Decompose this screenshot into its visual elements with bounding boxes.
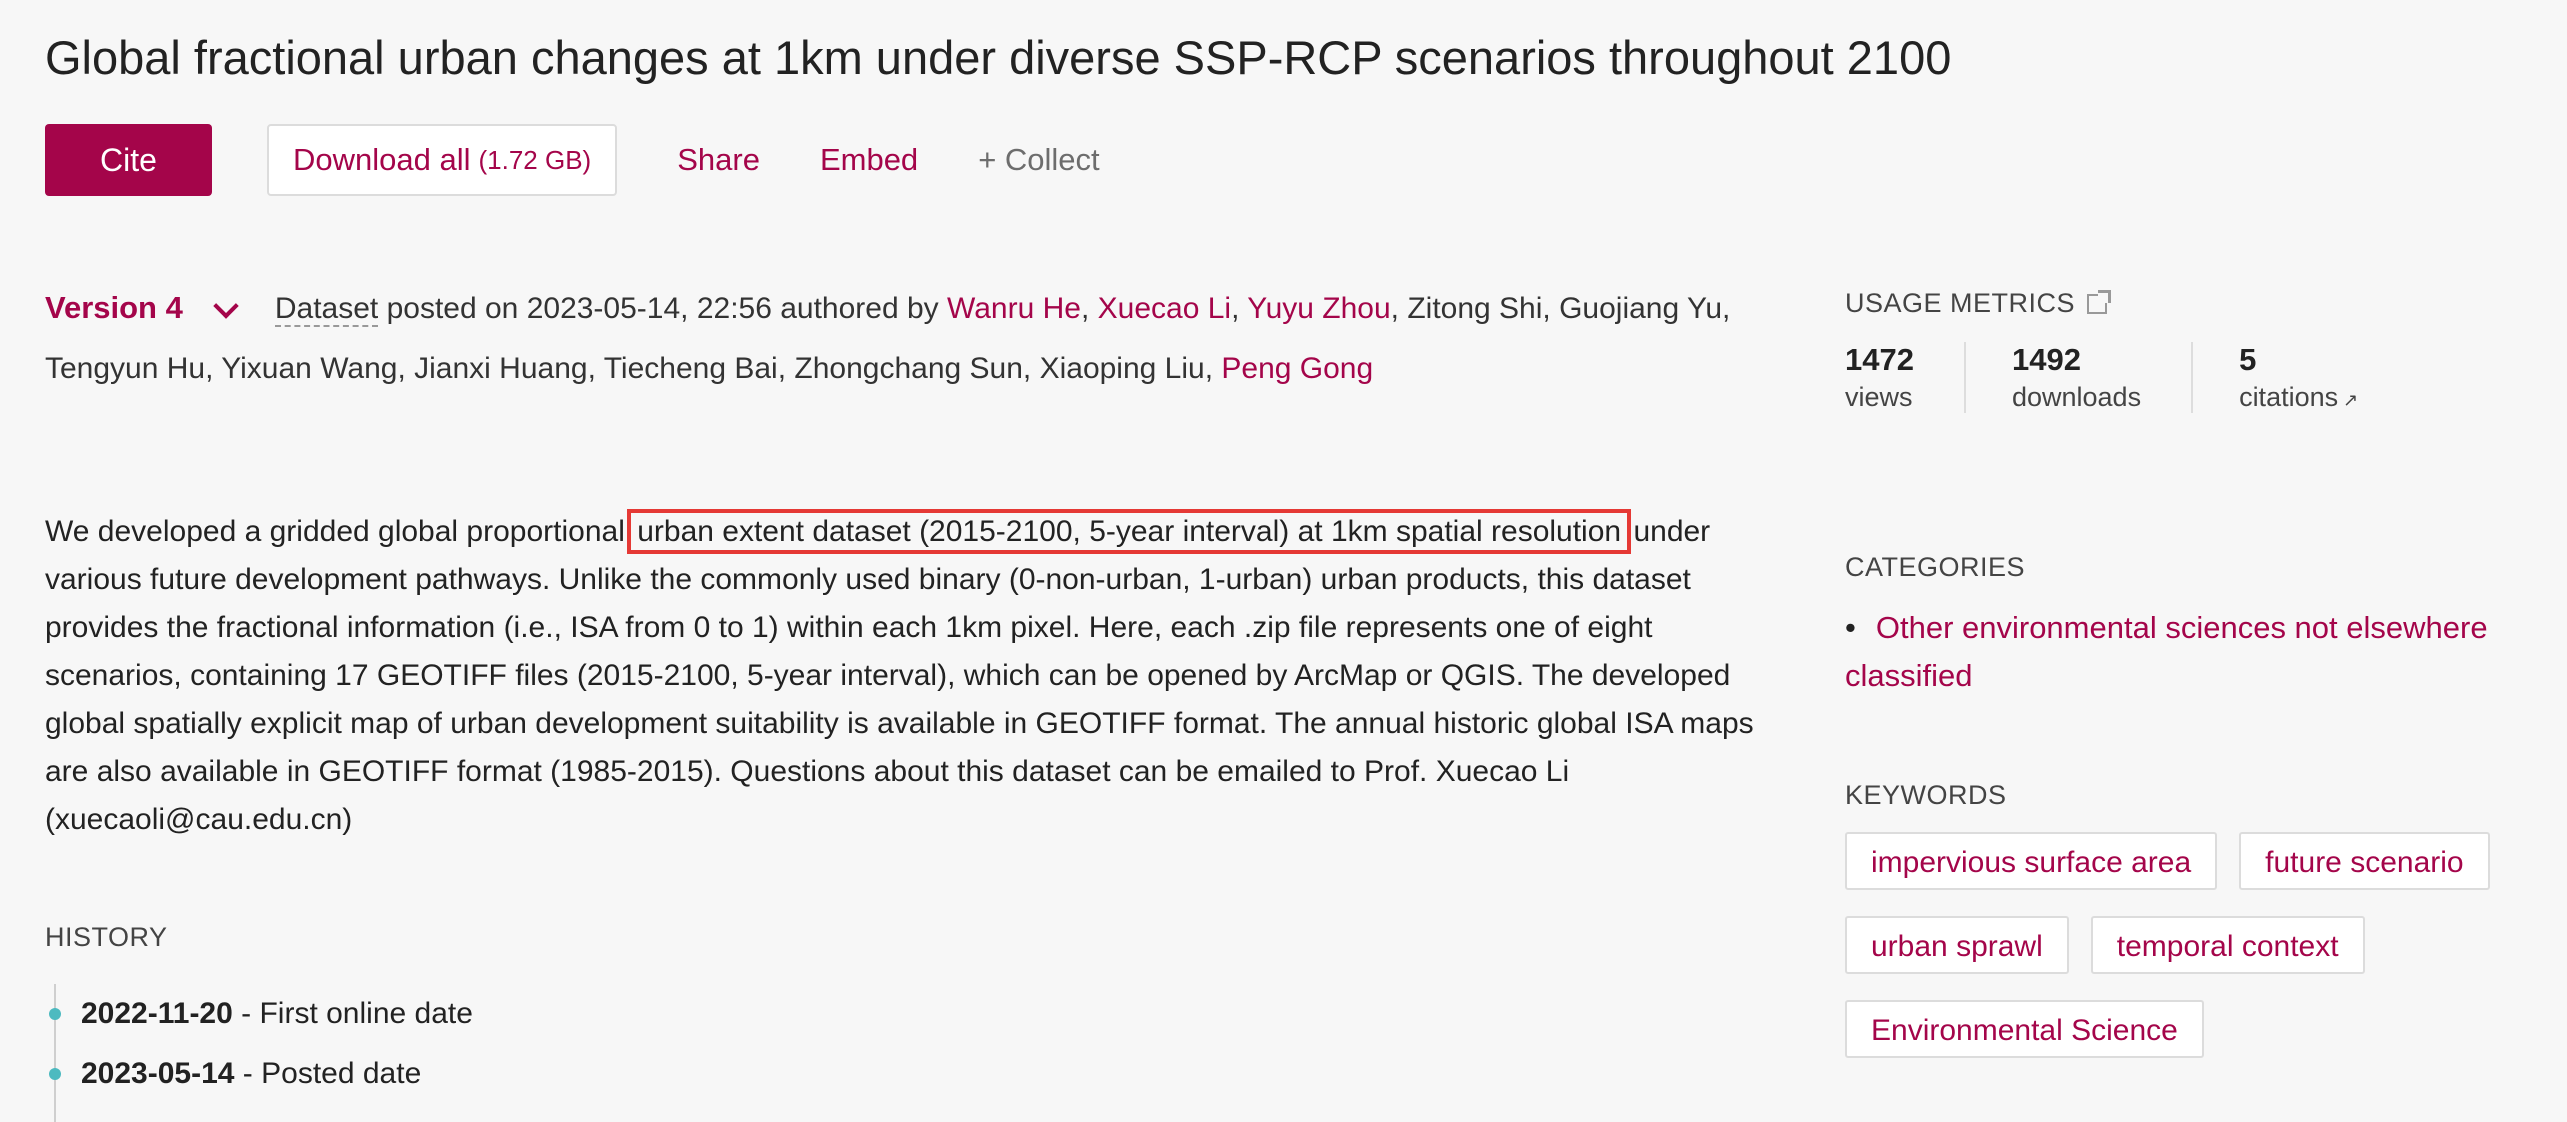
collect-link[interactable]: + Collect — [978, 142, 1099, 178]
cite-button[interactable]: Cite — [45, 124, 212, 196]
category-list: • Other environmental sciences not elsewh… — [1845, 604, 2535, 700]
metric-value: 5 — [2239, 342, 2257, 377]
categories-heading: CATEGORIES — [1845, 552, 2026, 582]
posted-text: posted on 2023-05-14, 22:56 authored by — [378, 292, 948, 325]
description-before: We developed a gridded global proportion… — [45, 515, 634, 548]
history-item: 2023-05-14 - Posted date — [45, 1044, 473, 1104]
history-date: 2022-11-20 — [81, 997, 233, 1030]
keyword-tag[interactable]: Environmental Science — [1845, 1000, 2204, 1058]
description: We developed a gridded global proportion… — [45, 508, 1765, 844]
dataset-type: Dataset — [274, 292, 379, 327]
item-meta: Version 4 Dataset posted on 2023-05-14, 2… — [45, 278, 1765, 399]
chevron-down-icon[interactable] — [213, 293, 239, 319]
page-title: Global fractional urban changes at 1km u… — [45, 31, 1952, 84]
metrics-row: 1472 views 1492 downloads 5 citations ↗ — [1845, 342, 2408, 413]
author-name[interactable]: Xuecao Li — [1098, 292, 1231, 325]
author-name: Xiaoping Liu — [1039, 352, 1205, 385]
author-name: Yixuan Wang — [221, 352, 398, 385]
download-label: Download all — [293, 142, 471, 177]
keyword-tag[interactable]: impervious surface area — [1845, 832, 2218, 890]
category-link[interactable]: Other environmental sciences not elsewhe… — [1845, 610, 2488, 693]
keyword-list: impervious surface area future scenario ur… — [1845, 832, 2535, 1084]
usage-metrics-label: USAGE METRICS — [1845, 288, 2076, 318]
metric-value: 1472 — [1845, 342, 1914, 377]
bullet-icon: • — [1845, 610, 1856, 645]
metric-value: 1492 — [2011, 342, 2081, 377]
author-name[interactable]: Yuyu Zhou — [1247, 292, 1390, 325]
category-item[interactable]: • Other environmental sciences not elsewh… — [1845, 604, 2535, 700]
timeline-dot-icon — [49, 1068, 61, 1080]
keywords-heading: KEYWORDS — [1845, 780, 2007, 810]
history-heading: HISTORY — [45, 922, 168, 952]
download-all-button[interactable]: Download all (1.72 GB) — [267, 124, 618, 196]
author-name: Tiecheng Bai — [603, 352, 778, 385]
keyword-tag[interactable]: urban sprawl — [1845, 916, 2069, 974]
share-link[interactable]: Share — [677, 142, 760, 178]
author-name: Zitong Shi — [1407, 292, 1543, 325]
embed-link[interactable]: Embed — [820, 142, 918, 178]
download-size: (1.72 GB) — [478, 144, 592, 175]
keyword-tag[interactable]: future scenario — [2239, 832, 2490, 890]
history-date: 2023-05-14 — [81, 1057, 235, 1090]
usage-metrics-heading[interactable]: USAGE METRICS — [1845, 288, 2112, 319]
author-name: Guojiang Yu — [1559, 292, 1722, 325]
metric-label: citations — [2239, 382, 2339, 412]
history-label: - Posted date — [234, 1057, 422, 1090]
author-name[interactable]: Peng Gong — [1221, 352, 1373, 385]
history-label: - First online date — [232, 997, 473, 1030]
author-name: Zhongchang Sun — [794, 352, 1023, 385]
keyword-tag[interactable]: temporal context — [2090, 916, 2365, 974]
meta-line: Version 4 Dataset posted on 2023-05-14, 2… — [45, 278, 1765, 399]
description-highlight: urban extent dataset (2015-2100, 5-year … — [627, 509, 1632, 554]
description-after: under various future development pathway… — [45, 515, 1754, 836]
history-item: 2022-11-20 - First online date — [45, 984, 473, 1044]
metric-label: views — [1845, 382, 1913, 412]
metric-citations[interactable]: 5 citations ↗ — [2191, 342, 2408, 413]
metric-label: downloads — [2011, 382, 2142, 412]
external-link-icon: ↗ — [2338, 390, 2359, 410]
metric-views: 1472 views — [1845, 342, 1964, 413]
external-link-icon — [2087, 289, 2112, 314]
metric-downloads: 1492 downloads — [1963, 342, 2191, 413]
timeline-dot-icon — [49, 1008, 61, 1020]
author-name[interactable]: Wanru He — [947, 292, 1081, 325]
author-name: Tengyun Hu — [45, 352, 206, 385]
author-name: Jianxi Huang — [414, 352, 588, 385]
toolbar: Cite Download all (1.72 GB) Share Embed … — [45, 124, 1100, 196]
history-timeline: 2022-11-20 - First online date 2023-05-14… — [45, 984, 473, 1122]
version-selector[interactable]: Version 4 — [45, 290, 183, 325]
